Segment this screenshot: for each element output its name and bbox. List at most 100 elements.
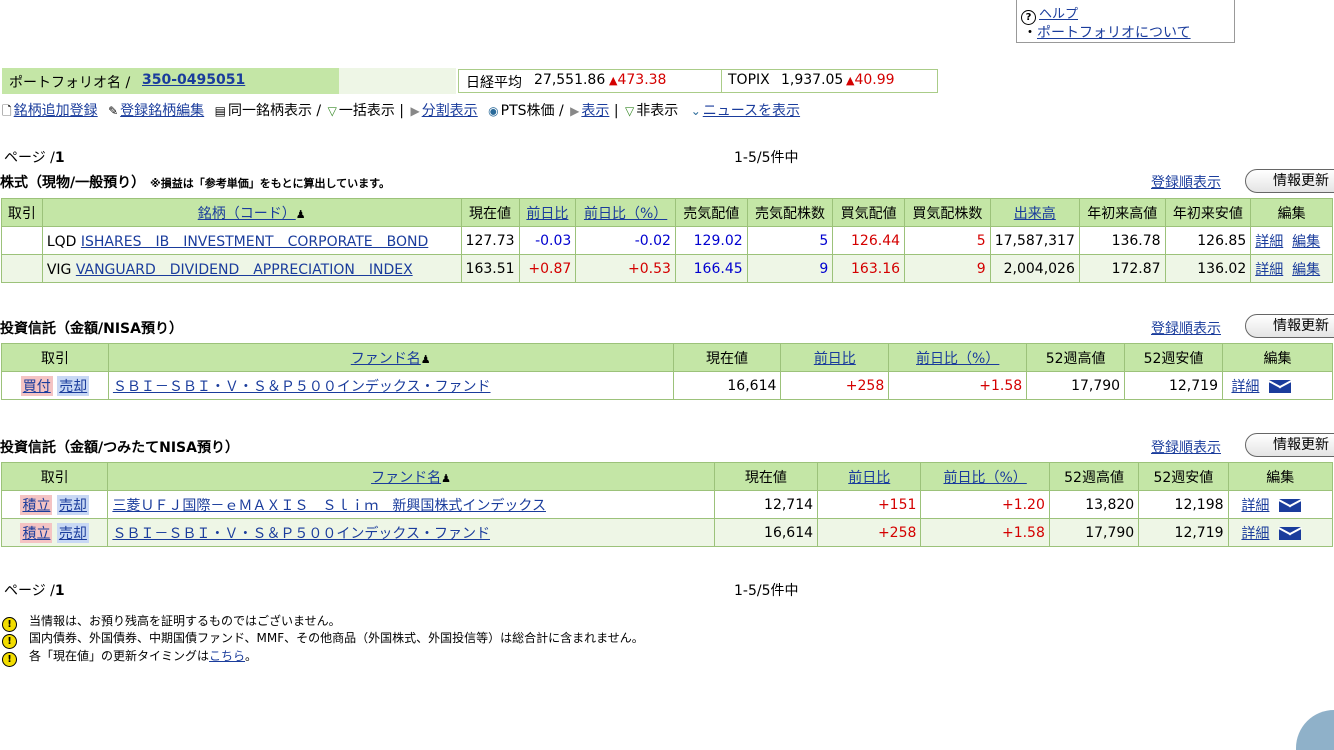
change: -0.03 (518, 226, 577, 255)
col-52w-low: 52週安値 (1124, 343, 1223, 372)
add-stock-link[interactable]: 銘柄追加登録 (14, 103, 98, 119)
edit-cell: 詳細 (1227, 518, 1334, 547)
col-name[interactable]: 銘柄（コード）♟ (41, 198, 462, 227)
chat-support-icon[interactable] (1296, 710, 1334, 750)
stock-code: VIG (46, 261, 72, 278)
action-bar: 🗋 銘柄追加登録 ✎ 登録銘柄編集 ▤ 同一銘柄表示 / ▽ 一括表示 | ▶ 分割表示 … (2, 100, 800, 122)
sell-link[interactable]: 売却 (56, 494, 89, 515)
edit-link[interactable]: 編集 (1292, 234, 1320, 250)
table-row: 買付 売却 ＳＢＩ－ＳＢＩ・Ｖ・Ｓ＆Ｐ５００インデックス・ファンド 16,614… (1, 371, 1334, 400)
stock-name-cell: VIG VANGUARD DIVIDEND APPRECIATION INDEX (41, 254, 462, 283)
help-link[interactable]: ヘルプ (1039, 7, 1078, 22)
fund-nisa-refresh-button[interactable]: 情報更新 (1245, 314, 1334, 338)
stocks-refresh-button[interactable]: 情報更新 (1245, 169, 1334, 193)
portfolio-name-link[interactable]: 350-0495051 (142, 72, 245, 88)
fund-nisa-order-link[interactable]: 登録順表示 (1151, 318, 1221, 338)
fund-tsumitate-table: 取引 ファンド名♟ 現在値 前日比 前日比（%） 52週高値 52週安値 編集 … (0, 462, 1334, 547)
about-portfolio-link[interactable]: ポートフォリオについて (1037, 25, 1191, 41)
fund-name-cell: 三菱ＵＦＪ国際－ｅＭＡＸＩＳ Ｓｌｉｍ 新興国株式インデックス (107, 490, 715, 519)
stock-name-link[interactable]: ISHARES IB INVESTMENT CORPORATE BOND (81, 234, 428, 250)
year-low: 126.85 (1164, 226, 1252, 255)
ask-qty: 9 (746, 254, 834, 283)
nikkei-value: 27,551.86 (534, 72, 606, 88)
fund-tsumitate-refresh-button[interactable]: 情報更新 (1245, 433, 1334, 457)
accumulate-link[interactable]: 積立 (20, 522, 53, 543)
stocks-order-link[interactable]: 登録順表示 (1151, 172, 1221, 192)
result-count: 1-5/5件中 (734, 150, 799, 166)
high-52w: 17,790 (1048, 518, 1140, 547)
col-bid-qty: 買気配株数 (904, 198, 991, 227)
detail-link[interactable]: 詳細 (1231, 379, 1259, 395)
edit-link[interactable]: 編集 (1292, 262, 1320, 278)
col-trade: 取引 (1, 198, 43, 227)
trade-cell: 買付 売却 (1, 371, 109, 400)
fund-name-link[interactable]: ＳＢＩ－ＳＢＩ・Ｖ・Ｓ＆Ｐ５００インデックス・ファンド (112, 526, 490, 542)
stocks-title: 株式（現物/一般預り） (0, 175, 146, 191)
ask-price: 166.45 (674, 254, 748, 283)
detail-link[interactable]: 詳細 (1241, 526, 1269, 542)
portfolio-name-cell: ポートフォリオ名 / 350-0495051 (2, 68, 339, 94)
sell-link[interactable]: 売却 (57, 375, 90, 396)
stock-name-link[interactable]: VANGUARD DIVIDEND APPRECIATION INDEX (76, 262, 413, 278)
fund-name-link[interactable]: 三菱ＵＦＪ国際－ｅＭＡＸＩＳ Ｓｌｉｍ 新興国株式インデックス (112, 498, 546, 514)
note-text: 各「現在値」の更新タイミングは (29, 649, 210, 663)
mail-icon[interactable] (1279, 499, 1302, 512)
col-change-pct-link[interactable]: 前日比（%） (584, 206, 667, 222)
col-fund-name[interactable]: ファンド名♟ (107, 462, 715, 491)
add-stock-icon: 🗋 (2, 104, 12, 118)
stocks-table: 取引 銘柄（コード）♟ 現在値 前日比 前日比（%） 売気配値 売気配株数 買気… (1, 198, 1333, 283)
stocks-section-title: 株式（現物/一般預り） ※損益は「参考単価」をもとに算出しています。 (0, 172, 390, 192)
col-name-link[interactable]: 銘柄（コード） (198, 206, 296, 222)
trade-cell: 積立 売却 (0, 490, 109, 519)
col-change-link[interactable]: 前日比 (848, 470, 890, 486)
pager-bottom: ページ /1 (4, 580, 65, 600)
col-volume-link[interactable]: 出来高 (1014, 206, 1056, 222)
col-change[interactable]: 前日比 (518, 198, 577, 227)
col-change-pct[interactable]: 前日比（%） (888, 343, 1028, 372)
col-change-pct[interactable]: 前日比（%） (920, 462, 1050, 491)
detail-link[interactable]: 詳細 (1255, 262, 1283, 278)
triangle-down-icon: ▽ (327, 104, 337, 118)
table-row: 積立 売却 三菱ＵＦＪ国際－ｅＭＡＸＩＳ Ｓｌｉｍ 新興国株式インデックス 12… (0, 490, 1334, 519)
col-52w-low: 52週安値 (1138, 462, 1229, 491)
col-change-pct-link[interactable]: 前日比（%） (943, 470, 1026, 486)
fund-name-link[interactable]: ＳＢＩ－ＳＢＩ・Ｖ・Ｓ＆Ｐ５００インデックス・ファンド (113, 379, 491, 395)
col-volume[interactable]: 出来高 (989, 198, 1080, 227)
col-fund-name-link[interactable]: ファンド名 (351, 351, 421, 367)
col-change-pct-link[interactable]: 前日比（%） (916, 351, 999, 367)
buy-link[interactable]: 買付 (20, 375, 53, 396)
fund-tsumitate-order-link[interactable]: 登録順表示 (1151, 437, 1221, 457)
topix-change: 40.99 (854, 72, 895, 88)
sell-link[interactable]: 売却 (56, 522, 89, 543)
col-fund-name-link[interactable]: ファンド名 (371, 470, 441, 486)
col-fund-name[interactable]: ファンド名♟ (107, 343, 674, 372)
update-timing-link[interactable]: こちら (209, 649, 245, 663)
mail-icon[interactable] (1269, 380, 1292, 393)
low-52w: 12,719 (1124, 371, 1223, 400)
bullet: ・ (1023, 25, 1037, 41)
edit-cell: 詳細 (1221, 371, 1334, 400)
col-year-high: 年初来高値 (1078, 198, 1166, 227)
mail-icon[interactable] (1279, 527, 1302, 540)
accumulate-link[interactable]: 積立 (20, 494, 53, 515)
col-change-link[interactable]: 前日比 (814, 351, 856, 367)
col-change-pct[interactable]: 前日比（%） (575, 198, 676, 227)
price: 127.73 (460, 226, 520, 255)
col-change-link[interactable]: 前日比 (526, 206, 568, 222)
col-bid: 買気配値 (832, 198, 906, 227)
price: 163.51 (460, 254, 520, 283)
col-change[interactable]: 前日比 (817, 462, 922, 491)
low-52w: 12,198 (1138, 490, 1229, 519)
detail-link[interactable]: 詳細 (1255, 234, 1283, 250)
year-low: 136.02 (1164, 254, 1252, 283)
split-display-link[interactable]: 分割表示 (422, 103, 478, 119)
bid-price: 163.16 (832, 254, 906, 283)
detail-link[interactable]: 詳細 (1241, 498, 1269, 514)
show-news-link[interactable]: ニュースを表示 (703, 103, 800, 119)
show-link[interactable]: 表示 (581, 103, 609, 119)
edit-stock-link[interactable]: 登録銘柄編集 (120, 103, 204, 119)
col-price: 現在値 (672, 343, 782, 372)
double-chevron-down-icon: ⌄ (690, 104, 701, 118)
stocks-header-row: 取引 銘柄（コード）♟ 現在値 前日比 前日比（%） 売気配値 売気配株数 買気… (1, 198, 1333, 227)
col-change[interactable]: 前日比 (780, 343, 890, 372)
